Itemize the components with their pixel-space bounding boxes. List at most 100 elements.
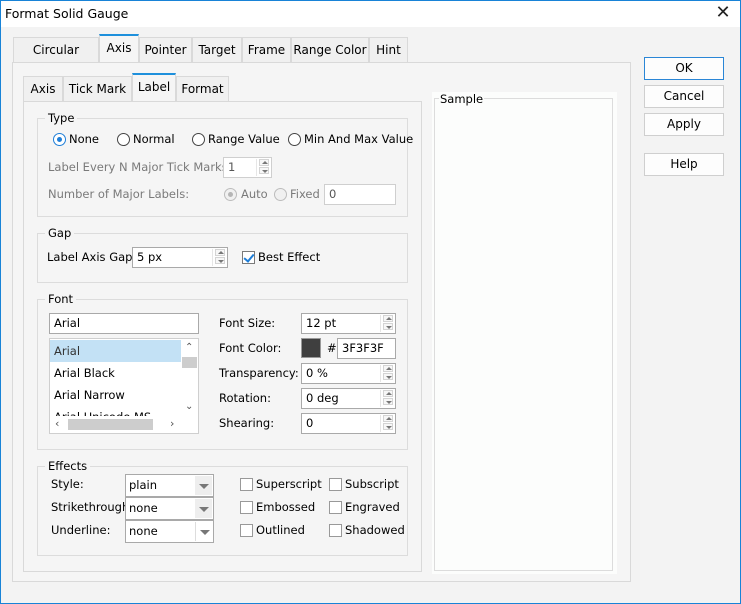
- num-major-fixed-label: Fixed: [290, 187, 320, 201]
- scroll-thumb[interactable]: [182, 357, 197, 368]
- rotation-label: Rotation:: [219, 391, 271, 405]
- font-list-item[interactable]: Arial Black: [50, 362, 181, 384]
- tab-circular-graph[interactable]: Circular Graph: [13, 37, 99, 81]
- outlined-checkbox[interactable]: [240, 524, 253, 537]
- underline-label: Underline:: [51, 523, 111, 537]
- embossed-checkbox[interactable]: [240, 501, 253, 514]
- strikethrough-label: Strikethrough:: [51, 500, 134, 514]
- shearing-label: Shearing:: [219, 416, 275, 430]
- font-color-label: Font Color:: [219, 341, 282, 355]
- ok-button[interactable]: OK: [644, 57, 724, 80]
- font-list-item[interactable]: Arial: [50, 340, 181, 362]
- superscript-checkbox[interactable]: [240, 478, 253, 491]
- num-major-auto-radio[interactable]: [224, 188, 237, 201]
- spinner-arrows-icon[interactable]: [380, 415, 394, 432]
- label-axis-gap-label: Label Axis Gap:: [47, 250, 137, 264]
- rotation-spinner[interactable]: 0 deg: [301, 388, 396, 409]
- subtab-tick-mark[interactable]: Tick Mark: [63, 76, 132, 102]
- sample-title: Sample: [439, 92, 485, 106]
- font-list-item[interactable]: Arial Narrow: [50, 384, 181, 406]
- tab-target[interactable]: Target: [192, 37, 242, 63]
- scroll-down-icon[interactable]: ⌄: [185, 401, 193, 412]
- type-none-radio[interactable]: [53, 133, 66, 146]
- spinner-arrows-icon[interactable]: [380, 365, 394, 382]
- transparency-spinner[interactable]: 0 %: [301, 363, 396, 384]
- font-list[interactable]: Arial Arial Black Arial Narrow Arial Uni…: [49, 338, 199, 434]
- strikethrough-select[interactable]: none: [125, 497, 214, 520]
- engraved-label: Engraved: [345, 500, 400, 514]
- tab-pointer[interactable]: Pointer: [139, 37, 192, 63]
- num-major-fixed-input[interactable]: 0: [324, 184, 396, 205]
- shadowed-checkbox[interactable]: [329, 524, 342, 537]
- subtab-format[interactable]: Format: [176, 76, 229, 102]
- shearing-spinner[interactable]: 0: [301, 413, 396, 434]
- num-major-fixed-radio[interactable]: [274, 188, 287, 201]
- type-range-value-radio[interactable]: [192, 133, 205, 146]
- tab-hint[interactable]: Hint: [369, 37, 408, 63]
- font-name-input[interactable]: Arial: [49, 313, 199, 334]
- cancel-button[interactable]: Cancel: [644, 85, 724, 108]
- subtab-label[interactable]: Label: [132, 73, 176, 103]
- style-value: plain: [129, 478, 158, 492]
- style-label: Style:: [51, 477, 84, 491]
- chevron-down-icon[interactable]: [195, 499, 212, 518]
- spinner-arrows-icon[interactable]: [212, 249, 226, 266]
- spinner-arrows-icon[interactable]: [380, 390, 394, 407]
- type-normal-radio[interactable]: [117, 133, 130, 146]
- best-effect-label: Best Effect: [258, 250, 321, 264]
- superscript-label: Superscript: [256, 477, 322, 491]
- type-range-value-label: Range Value: [208, 132, 280, 146]
- underline-select[interactable]: none: [125, 520, 214, 543]
- font-group-title: Font: [45, 292, 77, 306]
- close-icon[interactable]: ✕: [712, 3, 734, 25]
- rotation-value: 0 deg: [306, 391, 339, 405]
- scroll-left-icon[interactable]: ‹: [55, 417, 59, 430]
- chevron-down-icon[interactable]: [195, 522, 212, 541]
- type-normal-label: Normal: [133, 132, 175, 146]
- font-color-hash: #: [327, 341, 337, 355]
- engraved-checkbox[interactable]: [329, 501, 342, 514]
- label-axis-gap-spinner[interactable]: 5 px: [132, 247, 228, 268]
- type-min-max-value-radio[interactable]: [288, 133, 301, 146]
- dialog-title: Format Solid Gauge: [5, 6, 129, 21]
- font-color-swatch[interactable]: [301, 338, 321, 358]
- label-every-n-value: 1: [228, 160, 236, 174]
- outlined-label: Outlined: [256, 523, 305, 537]
- effects-group-title: Effects: [45, 459, 91, 473]
- font-size-label: Font Size:: [219, 316, 276, 330]
- num-major-labels-label: Number of Major Labels:: [48, 187, 190, 201]
- underline-value: none: [129, 524, 158, 538]
- tab-axis[interactable]: Axis: [99, 34, 139, 64]
- tab-frame[interactable]: Frame: [242, 37, 291, 63]
- label-every-n-spinner[interactable]: 1: [223, 157, 272, 178]
- shearing-value: 0: [306, 416, 314, 430]
- help-button[interactable]: Help: [644, 153, 724, 176]
- label-axis-gap-value: 5 px: [137, 250, 163, 264]
- font-list-horizontal-scrollbar[interactable]: ‹ ›: [50, 416, 181, 433]
- type-none-label: None: [69, 132, 100, 146]
- scroll-right-icon[interactable]: ›: [170, 417, 174, 430]
- sample-frame: Sample: [434, 92, 613, 571]
- font-size-spinner[interactable]: 12 pt: [301, 313, 396, 334]
- font-list-vertical-scrollbar[interactable]: ⌃ ⌄: [181, 339, 198, 416]
- format-solid-gauge-dialog: Format Solid Gauge ✕ Circular Graph Axis…: [0, 0, 741, 604]
- shadowed-label: Shadowed: [345, 523, 405, 537]
- spinner-arrows-icon[interactable]: [380, 315, 394, 332]
- subscript-checkbox[interactable]: [329, 478, 342, 491]
- scroll-up-icon[interactable]: ⌃: [185, 342, 193, 353]
- apply-button[interactable]: Apply: [644, 113, 724, 136]
- spinner-arrows-icon[interactable]: [256, 159, 270, 176]
- strikethrough-value: none: [129, 501, 158, 515]
- transparency-label: Transparency:: [219, 366, 299, 380]
- num-major-auto-label: Auto: [241, 187, 268, 201]
- embossed-label: Embossed: [256, 500, 316, 514]
- title-bar: Format Solid Gauge ✕: [1, 1, 740, 27]
- tab-range-color[interactable]: Range Color: [291, 37, 369, 63]
- subtab-axis[interactable]: Axis: [23, 76, 63, 102]
- chevron-down-icon[interactable]: [195, 476, 212, 495]
- style-select[interactable]: plain: [125, 474, 214, 497]
- scroll-thumb[interactable]: [68, 419, 153, 430]
- font-size-value: 12 pt: [306, 316, 337, 330]
- best-effect-checkbox[interactable]: [242, 251, 255, 264]
- font-color-input[interactable]: 3F3F3F: [337, 338, 396, 359]
